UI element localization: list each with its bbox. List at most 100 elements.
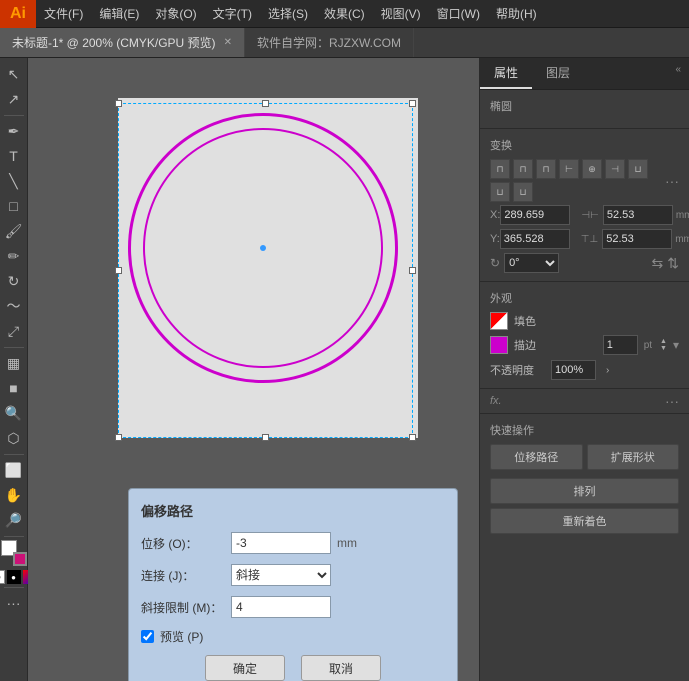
flip-v-icon[interactable]: ⇅ (667, 255, 679, 272)
tab-active[interactable]: 未标题-1* @ 200% (CMYK/GPU 预览) ✕ (0, 28, 245, 57)
align-ml[interactable]: ⊢ (559, 159, 579, 179)
align-bl[interactable]: ⊔ (628, 159, 648, 179)
menu-type[interactable]: 文字(T) (205, 0, 260, 27)
action-row-1: 位移路径 扩展形状 (490, 444, 679, 474)
height-icon: ⊤⊥ (581, 234, 598, 245)
rotate-tool[interactable]: ↻ (2, 269, 26, 293)
more-tools[interactable]: ··· (2, 591, 26, 615)
x-input[interactable] (500, 205, 570, 225)
align-tl[interactable]: ⊓ (490, 159, 510, 179)
flip-h-icon[interactable]: ⇆ (652, 255, 664, 272)
artboard-tool[interactable]: ⬜ (2, 458, 26, 482)
stroke-label: 描边 (514, 337, 597, 353)
align-tr[interactable]: ⊓ (536, 159, 556, 179)
fill-swatch[interactable] (490, 312, 508, 330)
color-icon[interactable]: ● (7, 570, 21, 584)
transform-more[interactable]: ··· (665, 173, 679, 189)
btn-recolor[interactable]: 重新着色 (490, 508, 679, 534)
scale-tool[interactable]: ⤢ (2, 319, 26, 343)
pen-tool[interactable]: ✒ (2, 119, 26, 143)
graph-tool[interactable]: ▦ (2, 351, 26, 375)
select-tool[interactable]: ↖ (2, 62, 26, 86)
zoom-tool[interactable]: 🔎 (2, 508, 26, 532)
stroke-up[interactable]: ▲ (660, 338, 667, 345)
align-mc[interactable]: ⊕ (582, 159, 602, 179)
gradient-tool[interactable]: ■ (2, 376, 26, 400)
menu-edit[interactable]: 编辑(E) (91, 0, 147, 27)
appearance-more[interactable]: ··· (665, 393, 679, 409)
tab-bar: 未标题-1* @ 200% (CMYK/GPU 预览) ✕ 软件自学网：RJZX… (0, 28, 689, 58)
align-br[interactable]: ⊔ (513, 182, 533, 202)
opacity-label: 不透明度 (490, 362, 545, 378)
menu-object[interactable]: 对象(O) (147, 0, 204, 27)
blend-tool[interactable]: ⬡ (2, 426, 26, 450)
canvas-area[interactable]: 偏移路径 位移 (O)： mm 连接 (J)： 斜接 圆形 斜角 斜接限制 (M… (28, 58, 479, 681)
color-swatches (1, 540, 27, 566)
transform-title: 变换 (490, 137, 679, 153)
join-select[interactable]: 斜接 圆形 斜角 (231, 564, 331, 586)
tab-properties[interactable]: 属性 (480, 58, 532, 89)
align-tc[interactable]: ⊓ (513, 159, 533, 179)
dialog-title: 偏移路径 (141, 501, 445, 520)
menu-select[interactable]: 选择(S) (260, 0, 316, 27)
panel-header: 属性 图层 « (480, 58, 689, 90)
align-bc[interactable]: ⊔ (490, 182, 510, 202)
cancel-button[interactable]: 取消 (301, 655, 381, 681)
x-row: X: ⊣⊢ mm 🔒 (490, 205, 679, 225)
height-unit: mm (675, 234, 689, 245)
stroke-options[interactable]: ▾ (673, 338, 679, 352)
btn-arrange[interactable]: 排列 (490, 478, 679, 504)
left-toolbar: ↖ ↗ ✒ T ╲ □ 🖌 ✏ ↻ 〜 ⤢ ▦ ■ 🔍 ⬡ ⬜ ✋ 🔎 ∅ ● … (0, 58, 28, 681)
shape-title: 椭圆 (490, 98, 679, 114)
tab-inactive[interactable]: 软件自学网：RJZXW.COM (245, 28, 414, 57)
menu-file[interactable]: 文件(F) (36, 0, 91, 27)
rect-tool[interactable]: □ (2, 194, 26, 218)
rotation-select[interactable]: 0° (504, 253, 559, 273)
y-input[interactable] (500, 229, 570, 249)
quick-actions: 快速操作 位移路径 扩展形状 排列 重新着色 (480, 414, 689, 546)
miter-input[interactable] (231, 596, 331, 618)
line-tool[interactable]: ╲ (2, 169, 26, 193)
align-mr[interactable]: ⊣ (605, 159, 625, 179)
stroke-swatch[interactable] (490, 336, 508, 354)
confirm-button[interactable]: 确定 (205, 655, 285, 681)
height-input[interactable] (602, 229, 672, 249)
offset-input[interactable] (231, 532, 331, 554)
offset-row: 位移 (O)： mm (141, 532, 445, 554)
opacity-input[interactable] (551, 360, 596, 380)
direct-select-tool[interactable]: ↗ (2, 87, 26, 111)
preview-checkbox[interactable] (141, 630, 154, 643)
panel-collapse-btn[interactable]: « (667, 58, 689, 89)
tab-layers[interactable]: 图层 (532, 58, 584, 89)
right-panel: 属性 图层 « 椭圆 变换 ⊓ ⊓ ⊓ ⊢ ⊕ ⊣ ⊔ ⊔ ⊔ (479, 58, 689, 681)
hand-tool[interactable]: ✋ (2, 483, 26, 507)
eyedropper-tool[interactable]: 🔍 (2, 401, 26, 425)
width-icon: ⊣⊢ (581, 210, 598, 221)
stroke-down[interactable]: ▼ (660, 345, 667, 352)
align-icons: ⊓ ⊓ ⊓ ⊢ ⊕ ⊣ ⊔ ⊔ ⊔ (490, 159, 661, 202)
pencil-tool[interactable]: ✏ (2, 244, 26, 268)
width-unit: mm (676, 210, 689, 221)
width-input[interactable] (603, 205, 673, 225)
paintbrush-tool[interactable]: 🖌 (2, 219, 26, 243)
stroke-color-box[interactable] (13, 552, 27, 566)
preview-label: 预览 (P) (160, 628, 203, 645)
type-tool[interactable]: T (2, 144, 26, 168)
warp-tool[interactable]: 〜 (2, 294, 26, 318)
fx-label: fx. (490, 395, 502, 407)
menu-view[interactable]: 视图(V) (373, 0, 429, 27)
opacity-more[interactable]: › (606, 365, 609, 376)
menu-window[interactable]: 窗口(W) (429, 0, 488, 27)
miter-label: 斜接限制 (M)： (141, 599, 231, 616)
menu-effect[interactable]: 效果(C) (316, 0, 373, 27)
menu-help[interactable]: 帮助(H) (488, 0, 545, 27)
fill-row: 填色 (490, 312, 679, 330)
transform-section: 变换 ⊓ ⊓ ⊓ ⊢ ⊕ ⊣ ⊔ ⊔ ⊔ ··· X: ⊣ (480, 129, 689, 282)
tab-close-active[interactable]: ✕ (224, 37, 232, 48)
btn-expand-shape[interactable]: 扩展形状 (587, 444, 680, 470)
no-fill-icon[interactable]: ∅ (0, 570, 5, 584)
tab-active-label: 未标题-1* @ 200% (CMYK/GPU 预览) (12, 34, 216, 51)
stroke-width-input[interactable] (603, 335, 638, 355)
btn-offset-path[interactable]: 位移路径 (490, 444, 583, 470)
y-label: Y: (490, 233, 500, 245)
